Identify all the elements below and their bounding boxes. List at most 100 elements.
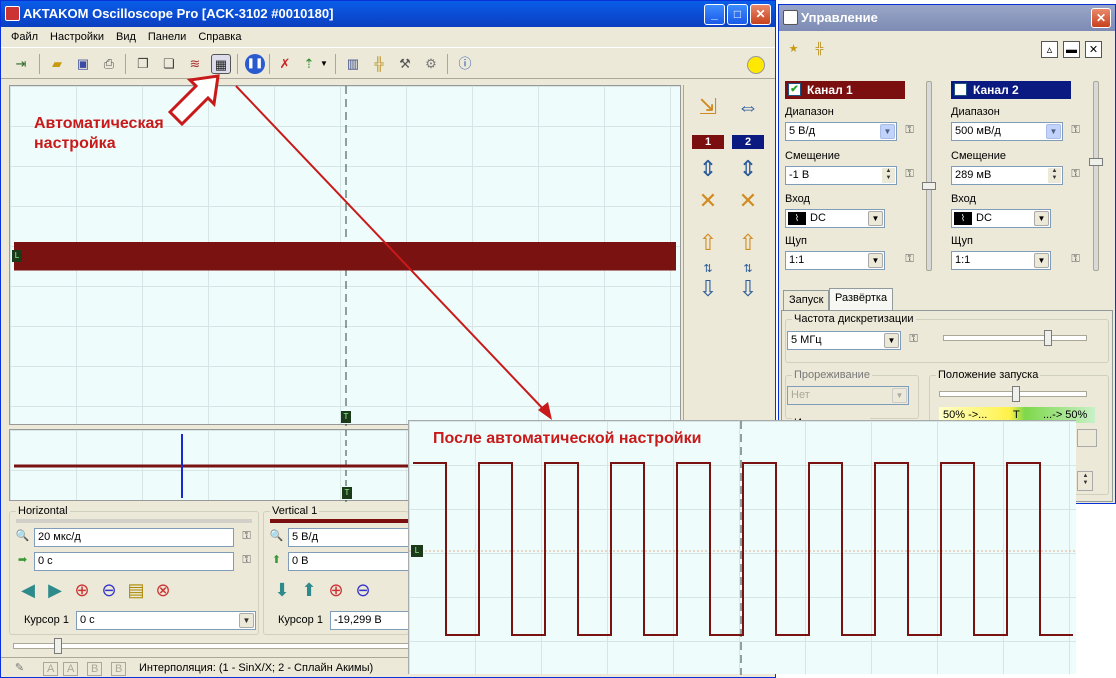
dock-icon[interactable]: ▵	[1041, 41, 1058, 58]
menu-settings[interactable]: Настройки	[44, 31, 110, 43]
maximize-button[interactable]: □	[727, 4, 748, 25]
status-tool-icon[interactable]: ✎	[11, 660, 28, 677]
trigger-position-thumb[interactable]	[1012, 386, 1020, 402]
ch2-header[interactable]: Канал 2	[951, 81, 1071, 99]
cursor-add-icon[interactable]: ⇡	[299, 54, 319, 74]
main-title-bar[interactable]: AKTAKOM Oscilloscope Pro [ACK-3102 #0010…	[1, 1, 775, 27]
save-icon[interactable]: ▣	[73, 54, 93, 74]
ch1-probe-lock-icon[interactable]: ⚿	[901, 251, 918, 268]
spinner-icon[interactable]: ▲ ▼	[1048, 168, 1061, 183]
panel-close-icon[interactable]: ✕	[1085, 41, 1102, 58]
timebase-lock-icon[interactable]: ⚿	[238, 528, 255, 545]
trigger-position-field[interactable]	[1077, 429, 1097, 447]
ch2-checkbox[interactable]	[954, 83, 967, 96]
scroll-left-icon[interactable]: ◀	[16, 578, 40, 602]
control-title-bar[interactable]: Управление ✕	[779, 5, 1115, 31]
zoom-reset-icon[interactable]: ⊗	[151, 578, 175, 602]
trigger-marker[interactable]: T	[341, 411, 351, 423]
minimize-button[interactable]: _	[704, 4, 725, 25]
offset-lock-icon[interactable]: ⚿	[238, 552, 255, 569]
paste-icon[interactable]: ❏	[159, 54, 179, 74]
measure-icon[interactable]: ╬	[369, 54, 389, 74]
ch2-range-lock-icon[interactable]: ⚿	[1067, 122, 1084, 139]
tab-trigger[interactable]: Запуск	[783, 290, 830, 310]
status-channel-b1[interactable]: B	[87, 662, 103, 676]
network-icon[interactable]: ⚙	[421, 54, 441, 74]
open-icon[interactable]: ▰	[47, 54, 67, 74]
chevron-down-icon[interactable]: ▼	[868, 211, 883, 226]
ch2-range-select[interactable]: 500 мВ/д ▼	[951, 122, 1063, 141]
sample-rate-thumb[interactable]	[1044, 330, 1052, 346]
tools-icon[interactable]: ⚒	[395, 54, 415, 74]
print-icon[interactable]: ⎙	[99, 54, 119, 74]
move-down-icon[interactable]: ⬇	[270, 578, 294, 602]
timebase-field[interactable]: 20 мкс/д	[34, 528, 234, 547]
ch2-up-icon[interactable]: ⇧	[732, 229, 764, 257]
ground-marker[interactable]: L	[12, 250, 22, 262]
info-icon[interactable]: ⓘ	[455, 54, 475, 74]
status-channel-a1[interactable]: A	[43, 662, 59, 676]
ch1-input-select[interactable]: ⌇ DC ▼	[785, 209, 885, 228]
ch1-range-select[interactable]: 5 В/д ▼	[785, 122, 897, 141]
ch1-offset-lock-icon[interactable]: ⚿	[901, 166, 918, 183]
sample-rate-lock-icon[interactable]: ⚿	[905, 331, 922, 348]
vertical-scale-field[interactable]: 5 В/д	[288, 528, 410, 547]
ch2-level-thumb[interactable]	[1089, 158, 1103, 166]
ch1-shrink-vertical-icon[interactable]: ✕	[692, 187, 724, 215]
pause-icon[interactable]: ❚❚	[245, 54, 265, 74]
spinner-icon[interactable]: ▲ ▼	[1079, 473, 1092, 488]
zoom-out-icon[interactable]: ⊖	[97, 578, 121, 602]
channel-2-button[interactable]: 2	[732, 135, 764, 149]
menu-view[interactable]: Вид	[110, 31, 142, 43]
channel-1-button[interactable]: 1	[692, 135, 724, 149]
ch1-header[interactable]: ✔ Канал 1	[785, 81, 905, 99]
copy-icon[interactable]: ❐	[133, 54, 153, 74]
ch1-down-icon[interactable]: ⇩	[692, 275, 724, 303]
ch1-offset-field[interactable]: -1 В ▲ ▼	[785, 166, 897, 185]
zoom-slider-thumb[interactable]	[54, 638, 62, 654]
ch2-expand-vertical-icon[interactable]: ⇕	[732, 155, 764, 183]
vertical-offset-field[interactable]: 0 В	[288, 552, 410, 571]
control-measure-icon[interactable]: ╬	[811, 41, 828, 58]
ch1-probe-select[interactable]: 1:1 ▼	[785, 251, 885, 270]
ch2-input-select[interactable]: ⌇ DC ▼	[951, 209, 1051, 228]
ch1-expand-vertical-icon[interactable]: ⇕	[692, 155, 724, 183]
horizontal-offset-field[interactable]: 0 с	[34, 552, 234, 571]
waveform-icon[interactable]: ≋	[185, 54, 205, 74]
chevron-down-icon[interactable]: ▼	[1034, 211, 1049, 226]
vzoom-in-icon[interactable]: ⊕	[324, 578, 348, 602]
panel-icon[interactable]: ▥	[343, 54, 363, 74]
ch1-level-thumb[interactable]	[922, 182, 936, 190]
panel-minimize-icon[interactable]: ▬	[1063, 41, 1080, 58]
trigger-position-spinner[interactable]: ▲ ▼	[1077, 471, 1093, 491]
zoom-slider[interactable]	[13, 638, 409, 654]
vzoom-out-icon[interactable]: ⊖	[351, 578, 375, 602]
tab-sweep[interactable]: Развёртка	[829, 288, 894, 310]
main-scope-display[interactable]: L T Автоматическая настройка	[9, 85, 681, 426]
decimation-select[interactable]: Нет ▼	[787, 386, 909, 405]
vertical-cursor-field[interactable]: -19,299 В	[330, 611, 410, 630]
sample-rate-select[interactable]: 5 МГц ▼	[787, 331, 901, 350]
ch2-probe-lock-icon[interactable]: ⚿	[1067, 251, 1084, 268]
menu-panels[interactable]: Панели	[142, 31, 192, 43]
chevron-down-icon[interactable]: ▼	[884, 333, 899, 348]
sample-rate-slider[interactable]	[943, 330, 1087, 346]
expand-horizontal-icon[interactable]: ⇔	[732, 93, 764, 121]
ch2-probe-select[interactable]: 1:1 ▼	[951, 251, 1051, 270]
dropdown-arrow-icon[interactable]: ▼	[319, 54, 329, 74]
zoom-fit-icon[interactable]: ▤	[124, 578, 148, 602]
control-close-button[interactable]: ✕	[1091, 8, 1111, 28]
spinner-icon[interactable]: ▲ ▼	[882, 168, 895, 183]
cursor-delete-icon[interactable]: ✗	[275, 54, 295, 74]
close-button[interactable]: ✕	[750, 4, 771, 25]
zoom-in-icon[interactable]: ⊕	[70, 578, 94, 602]
horizontal-cursor-select[interactable]: 0 с ▼	[76, 611, 256, 630]
overview-scope[interactable]: T	[9, 429, 410, 502]
ch1-checkbox[interactable]: ✔	[788, 83, 801, 96]
favorite-icon[interactable]: ★	[785, 41, 802, 58]
ch1-level-slider[interactable]	[922, 81, 936, 271]
chevron-down-icon[interactable]: ▼	[880, 124, 895, 139]
auto-setup-icon[interactable]: ▦	[211, 54, 231, 74]
chevron-down-icon[interactable]: ▼	[868, 253, 883, 268]
chevron-down-icon[interactable]: ▼	[1046, 124, 1061, 139]
